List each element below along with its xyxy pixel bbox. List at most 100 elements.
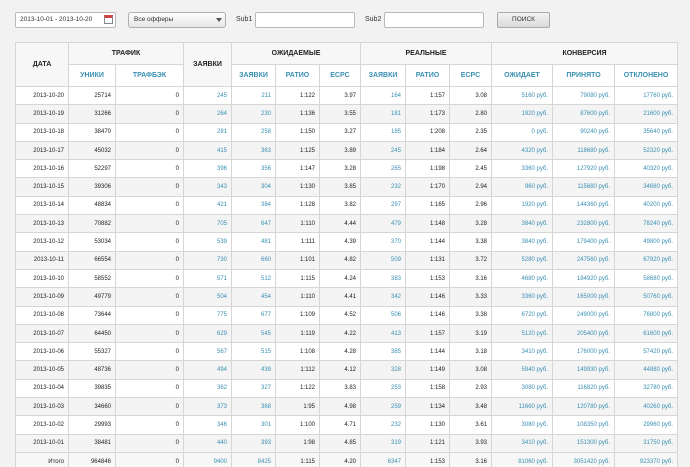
cell-leads[interactable]: 494 (183, 360, 232, 380)
cell-expected-leads[interactable]: 327 (231, 378, 276, 399)
cell-conv-expected[interactable]: 11660 руб. (491, 397, 553, 417)
cell-leads[interactable]: 396 (183, 159, 232, 179)
col-conv-expected[interactable]: ОЖИДАЕТ (491, 64, 553, 87)
cell-expected-leads[interactable]: 660 (231, 250, 276, 270)
cell-conv-rejected[interactable]: 40260 руб. (613, 397, 679, 417)
cell-conv-rejected[interactable]: 44880 руб. (613, 360, 679, 380)
cell-conv-accepted[interactable]: 176000 руб. (552, 342, 615, 362)
cell-leads[interactable]: 421 (183, 195, 232, 216)
cell-expected-leads[interactable]: 304 (231, 177, 276, 197)
col-leads[interactable]: ЗАЯВКИ (183, 42, 232, 87)
cell-leads[interactable]: 504 (183, 287, 232, 307)
cell-conv-rejected[interactable]: 35640 руб. (613, 122, 679, 142)
search-button[interactable]: ПОИСК (497, 12, 550, 28)
cell-expected-leads[interactable]: 230 (231, 104, 276, 124)
cell-real-leads[interactable]: 185 (360, 122, 406, 142)
cell-conv-accepted[interactable]: 165000 руб. (552, 287, 615, 307)
cell-conv-accepted[interactable]: 205400 руб. (552, 323, 615, 344)
cell-real-leads[interactable]: 259 (360, 397, 406, 417)
cell-conv-accepted[interactable]: 115680 руб. (552, 177, 615, 197)
cell-conv-rejected[interactable]: 40200 руб. (613, 195, 679, 216)
cell-real-leads[interactable]: 232 (360, 177, 406, 197)
cell-real-leads[interactable]: 479 (360, 214, 406, 234)
cell-conv-rejected[interactable]: 61600 руб. (613, 323, 679, 344)
cell-conv-rejected[interactable]: 49800 руб. (613, 232, 679, 252)
cell-real-leads[interactable]: 253 (360, 378, 406, 399)
cell-expected-leads[interactable]: 393 (231, 433, 276, 453)
cell-leads[interactable]: 539 (183, 232, 232, 252)
cell-real-leads[interactable]: 319 (360, 433, 406, 453)
cell-real-leads[interactable]: 328 (360, 360, 406, 380)
cell-leads[interactable]: 373 (183, 397, 232, 417)
cell-conv-accepted[interactable]: 90240 руб. (552, 122, 615, 142)
cell-real-leads[interactable]: 342 (360, 287, 406, 307)
sub2-input[interactable] (384, 12, 484, 28)
cell-expected-leads[interactable]: 512 (231, 268, 276, 289)
cell-expected-leads[interactable]: 356 (231, 159, 276, 179)
cell-real-leads[interactable]: 6347 (360, 451, 406, 467)
cell-real-leads[interactable]: 370 (360, 232, 406, 252)
cell-expected-leads[interactable]: 515 (231, 342, 276, 362)
cell-conv-expected[interactable]: 1920 руб. (491, 104, 553, 124)
cell-real-leads[interactable]: 506 (360, 305, 406, 325)
cell-leads[interactable]: 9400 (183, 451, 232, 467)
cell-conv-expected[interactable]: 960 руб. (491, 177, 553, 197)
cell-leads[interactable]: 440 (183, 433, 232, 453)
cell-real-leads[interactable]: 383 (360, 268, 406, 289)
cell-conv-accepted[interactable]: 79080 руб. (552, 85, 615, 106)
col-expected-leads[interactable]: ЗАЯВКИ (231, 64, 276, 87)
cell-leads[interactable]: 730 (183, 250, 232, 270)
cell-conv-expected[interactable]: 5280 руб. (491, 250, 553, 270)
cell-conv-accepted[interactable]: 3051420 руб. (552, 451, 615, 467)
cell-leads[interactable]: 264 (183, 104, 232, 124)
cell-conv-expected[interactable]: 3840 руб. (491, 214, 553, 234)
cell-conv-accepted[interactable]: 151300 руб. (552, 433, 615, 453)
cell-conv-expected[interactable]: 3360 руб. (491, 159, 553, 179)
cell-conv-rejected[interactable]: 58680 руб. (613, 268, 679, 289)
cell-expected-leads[interactable]: 368 (231, 397, 276, 417)
cell-conv-expected[interactable]: 3410 руб. (491, 342, 553, 362)
cell-expected-leads[interactable]: 384 (231, 195, 276, 216)
cell-real-leads[interactable]: 509 (360, 250, 406, 270)
cell-conv-expected[interactable]: 5940 руб. (491, 360, 553, 380)
cell-conv-expected[interactable]: 3410 руб. (491, 433, 553, 453)
col-date[interactable]: ДАТА (15, 42, 69, 87)
cell-conv-rejected[interactable]: 57420 руб. (613, 342, 679, 362)
cell-leads[interactable]: 362 (183, 378, 232, 399)
cell-conv-accepted[interactable]: 249000 руб. (552, 305, 615, 325)
cell-conv-accepted[interactable]: 127920 руб. (552, 159, 615, 179)
cell-conv-rejected[interactable]: 31750 руб. (613, 433, 679, 453)
cell-expected-leads[interactable]: 301 (231, 415, 276, 435)
cell-real-leads[interactable]: 232 (360, 415, 406, 435)
cell-conv-accepted[interactable]: 118680 руб. (552, 140, 615, 161)
cell-conv-rejected[interactable]: 34680 руб. (613, 177, 679, 197)
cell-conv-accepted[interactable]: 108350 руб. (552, 415, 615, 435)
cell-real-leads[interactable]: 164 (360, 85, 406, 106)
cell-conv-accepted[interactable]: 144360 руб. (552, 195, 615, 216)
cell-conv-rejected[interactable]: 21600 руб. (613, 104, 679, 124)
cell-expected-leads[interactable]: 439 (231, 360, 276, 380)
date-range-input[interactable]: 2013-10-01 - 2013-10-20 (15, 12, 116, 28)
cell-real-leads[interactable]: 385 (360, 342, 406, 362)
sub1-input[interactable] (255, 12, 355, 28)
cell-conv-rejected[interactable]: 52320 руб. (613, 140, 679, 161)
col-real-leads[interactable]: ЗАЯВКИ (360, 64, 406, 87)
col-uniques[interactable]: УНИКИ (68, 64, 116, 87)
cell-leads[interactable]: 571 (183, 268, 232, 289)
cell-conv-expected[interactable]: 3080 руб. (491, 378, 553, 399)
cell-leads[interactable]: 705 (183, 214, 232, 234)
cell-conv-accepted[interactable]: 120780 руб. (552, 397, 615, 417)
cell-leads[interactable]: 245 (183, 85, 232, 106)
cell-leads[interactable]: 346 (183, 415, 232, 435)
cell-conv-expected[interactable]: 3360 руб. (491, 287, 553, 307)
cell-conv-rejected[interactable]: 17760 руб. (613, 85, 679, 106)
cell-conv-accepted[interactable]: 247560 руб. (552, 250, 615, 270)
offer-select[interactable]: Все офферы (128, 12, 226, 28)
calendar-icon[interactable] (104, 15, 113, 24)
cell-conv-rejected[interactable]: 76800 руб. (613, 305, 679, 325)
cell-expected-leads[interactable]: 647 (231, 214, 276, 234)
cell-real-leads[interactable]: 181 (360, 104, 406, 124)
cell-leads[interactable]: 343 (183, 177, 232, 197)
col-conv-rejected[interactable]: ОТКЛОНЕНО (613, 64, 679, 87)
cell-real-leads[interactable]: 265 (360, 159, 406, 179)
